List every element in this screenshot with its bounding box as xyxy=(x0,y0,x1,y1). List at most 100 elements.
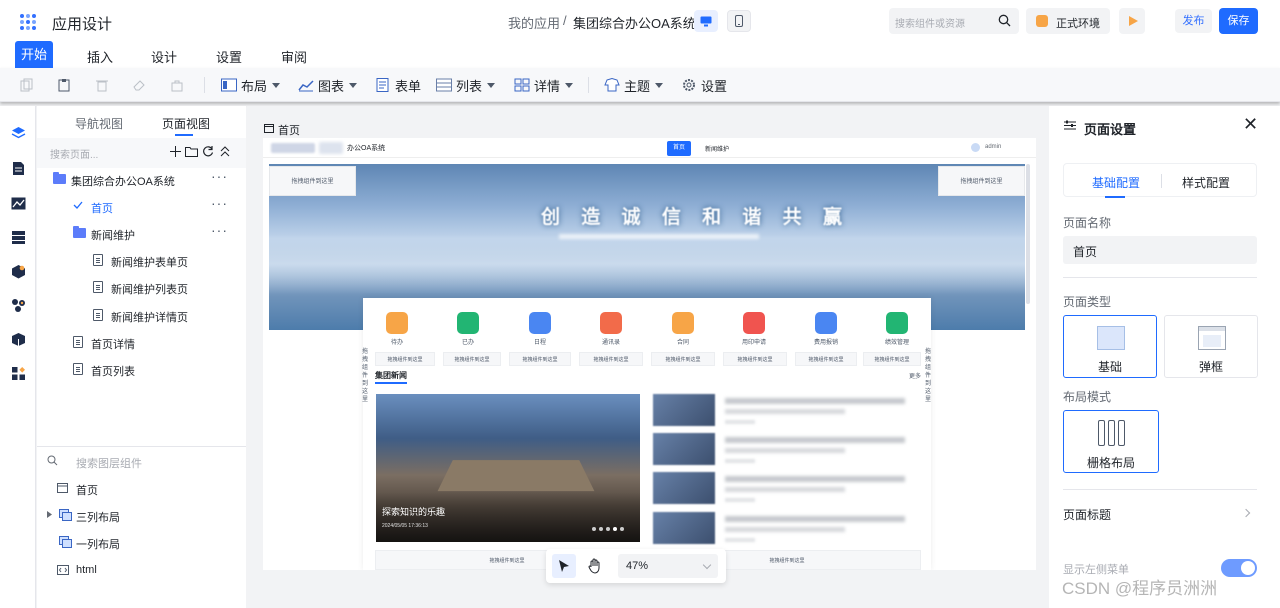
tab-nav-view[interactable]: 导航视图 xyxy=(75,115,123,132)
drop-zone-strip[interactable]: 拖拽组件到这里 xyxy=(723,352,787,366)
preview-run-button[interactable] xyxy=(1119,8,1145,34)
preview-content-card[interactable]: 待办 已办 日程 通讯录 合同 用印申请 费用报销 绩效管理 拖拽组件到这里 拖… xyxy=(361,298,932,570)
list-item[interactable] xyxy=(653,394,921,428)
preview-nav-home[interactable]: 首页 xyxy=(667,141,691,156)
drop-zone-left[interactable]: 拖拽组件到这里 xyxy=(269,166,356,196)
page-search-input[interactable]: 搜索页面... xyxy=(37,138,246,168)
list-item[interactable] xyxy=(653,433,921,467)
delete-icon[interactable] xyxy=(95,78,109,92)
drop-zone-strip[interactable]: 拖拽组件到这里 xyxy=(443,352,501,366)
hand-icon[interactable] xyxy=(588,558,602,574)
caret-right-icon[interactable] xyxy=(47,511,52,518)
package-icon[interactable] xyxy=(11,332,26,347)
tab-review[interactable]: 审阅 xyxy=(281,47,307,66)
tab-basic-config[interactable]: 基础配置 xyxy=(1092,174,1140,191)
new-folder-icon[interactable] xyxy=(185,146,198,157)
more-options-icon[interactable]: ··· xyxy=(211,195,228,211)
database-icon[interactable] xyxy=(11,230,26,245)
news-more-link[interactable]: 更多 xyxy=(909,371,921,380)
tab-start[interactable]: 开始 xyxy=(15,41,53,68)
tree-node-home-list[interactable]: 首页列表 xyxy=(37,358,246,380)
list-item[interactable] xyxy=(653,512,921,546)
page-title-row[interactable]: 页面标题 xyxy=(1063,506,1257,526)
vertical-drop-zone-right[interactable]: 拖拽组件到这里 xyxy=(924,348,932,404)
canvas-page[interactable]: 办公OA系统 首页 新闻维护 admin 创 造 诚 信 和 谐 共 赢 拖拽组… xyxy=(263,138,1036,570)
tab-style-config[interactable]: 样式配置 xyxy=(1182,174,1230,191)
bag-icon[interactable] xyxy=(170,78,184,92)
layer-search-input[interactable]: 搜索图层组件 xyxy=(37,450,246,472)
quick-item-schedule[interactable]: 日程 xyxy=(510,312,570,346)
zoom-select[interactable]: 47% xyxy=(618,554,718,578)
toolbar-form[interactable]: 表单 xyxy=(375,77,421,94)
toolbar-settings[interactable]: 设置 xyxy=(681,77,727,94)
drop-zone-strip[interactable]: 拖拽组件到这里 xyxy=(375,352,435,366)
select-tool-button[interactable] xyxy=(552,554,576,578)
add-icon[interactable] xyxy=(170,146,181,157)
tree-node-news-list[interactable]: 新闻维护列表页 xyxy=(37,276,246,298)
drop-zone-strip[interactable]: 拖拽组件到这里 xyxy=(795,352,857,366)
quick-item-seal[interactable]: 用印申请 xyxy=(724,312,784,346)
quick-item-contract[interactable]: 合同 xyxy=(653,312,713,346)
page-type-dialog[interactable]: 弹框 xyxy=(1164,315,1258,378)
quick-item-todo[interactable]: 待办 xyxy=(367,312,427,346)
preview-header[interactable]: 办公OA系统 首页 新闻维护 admin xyxy=(263,138,1036,158)
vertical-drop-zone-left[interactable]: 拖拽组件到这里 xyxy=(361,348,369,404)
toolbar-layout[interactable]: 布局 xyxy=(221,77,281,94)
preview-scrollbar[interactable] xyxy=(1026,164,1030,304)
layout-mode-grid[interactable]: 栅格布局 xyxy=(1063,410,1159,473)
toolbar-theme[interactable]: 主题 xyxy=(604,77,664,94)
toolbar-list[interactable]: 列表 xyxy=(436,77,496,94)
drop-zone-strip[interactable]: 拖拽组件到这里 xyxy=(579,352,643,366)
page-name-input[interactable]: 首页 xyxy=(1063,236,1257,264)
app-grid-icon[interactable] xyxy=(20,14,36,30)
collapse-all-icon[interactable] xyxy=(220,146,230,157)
quick-item-expense[interactable]: 费用报销 xyxy=(796,312,856,346)
list-item[interactable] xyxy=(653,472,921,506)
tab-page-view[interactable]: 页面视图 xyxy=(162,115,210,132)
carousel-dots[interactable] xyxy=(589,520,624,534)
tree-node-root[interactable]: 集团综合办公OA系统 ··· xyxy=(37,168,246,190)
toolbar-detail[interactable]: 详情 xyxy=(514,77,574,94)
quick-item-done[interactable]: 已办 xyxy=(438,312,498,346)
quick-item-performance[interactable]: 绩效管理 xyxy=(867,312,927,346)
page-type-basic[interactable]: 基础 xyxy=(1063,315,1157,378)
chart-line-icon[interactable] xyxy=(11,196,26,211)
copy-icon[interactable] xyxy=(20,78,34,92)
page-icon[interactable] xyxy=(11,161,26,176)
tab-design[interactable]: 设计 xyxy=(151,47,177,66)
news-carousel[interactable]: 探索知识的乐趣 2024/05/05 17:36:13 xyxy=(376,394,640,542)
tree-node-news-detail[interactable]: 新闻维护详情页 xyxy=(37,304,246,326)
eraser-icon[interactable] xyxy=(132,78,146,92)
drop-zone-strip[interactable]: 拖拽组件到这里 xyxy=(509,352,571,366)
refresh-icon[interactable] xyxy=(202,145,214,157)
plugin-icon[interactable] xyxy=(11,298,26,313)
search-icon xyxy=(998,14,1011,27)
preview-nav-news[interactable]: 新闻维护 xyxy=(705,144,729,153)
tree-node-news-form[interactable]: 新闻维护表单页 xyxy=(37,249,246,271)
paste-icon[interactable] xyxy=(57,78,71,92)
tab-settings[interactable]: 设置 xyxy=(216,47,242,66)
more-options-icon[interactable]: ··· xyxy=(211,222,228,238)
drop-zone-right[interactable]: 拖拽组件到这里 xyxy=(938,166,1025,196)
drop-zone-strip[interactable]: 拖拽组件到这里 xyxy=(863,352,921,366)
desktop-view-button[interactable] xyxy=(694,10,718,32)
quick-item-contacts[interactable]: 通讯录 xyxy=(581,312,641,346)
left-menu-toggle[interactable] xyxy=(1221,559,1257,577)
close-icon[interactable]: ✕ xyxy=(1243,114,1258,135)
tree-node-home-detail[interactable]: 首页详情 xyxy=(37,331,246,353)
publish-button[interactable]: 发布 xyxy=(1175,9,1212,33)
breadcrumb-parent[interactable]: 我的应用 xyxy=(508,13,560,32)
component-search-input[interactable]: 搜索组件或资源 xyxy=(889,8,1019,34)
drop-zone-strip[interactable]: 拖拽组件到这里 xyxy=(651,352,715,366)
apps-icon[interactable] xyxy=(11,366,26,381)
mobile-view-button[interactable] xyxy=(727,10,751,32)
tab-insert[interactable]: 插入 xyxy=(87,47,113,66)
more-options-icon[interactable]: ··· xyxy=(211,168,228,184)
tree-node-home[interactable]: 首页 ··· xyxy=(37,195,246,217)
tree-node-news[interactable]: 新闻维护 ··· xyxy=(37,222,246,244)
toolbar-chart[interactable]: 图表 xyxy=(298,77,358,94)
component-icon[interactable] xyxy=(11,264,26,279)
environment-button[interactable]: 正式环境 xyxy=(1026,8,1110,34)
layers-icon[interactable] xyxy=(11,126,26,141)
save-button[interactable]: 保存 xyxy=(1219,8,1258,34)
